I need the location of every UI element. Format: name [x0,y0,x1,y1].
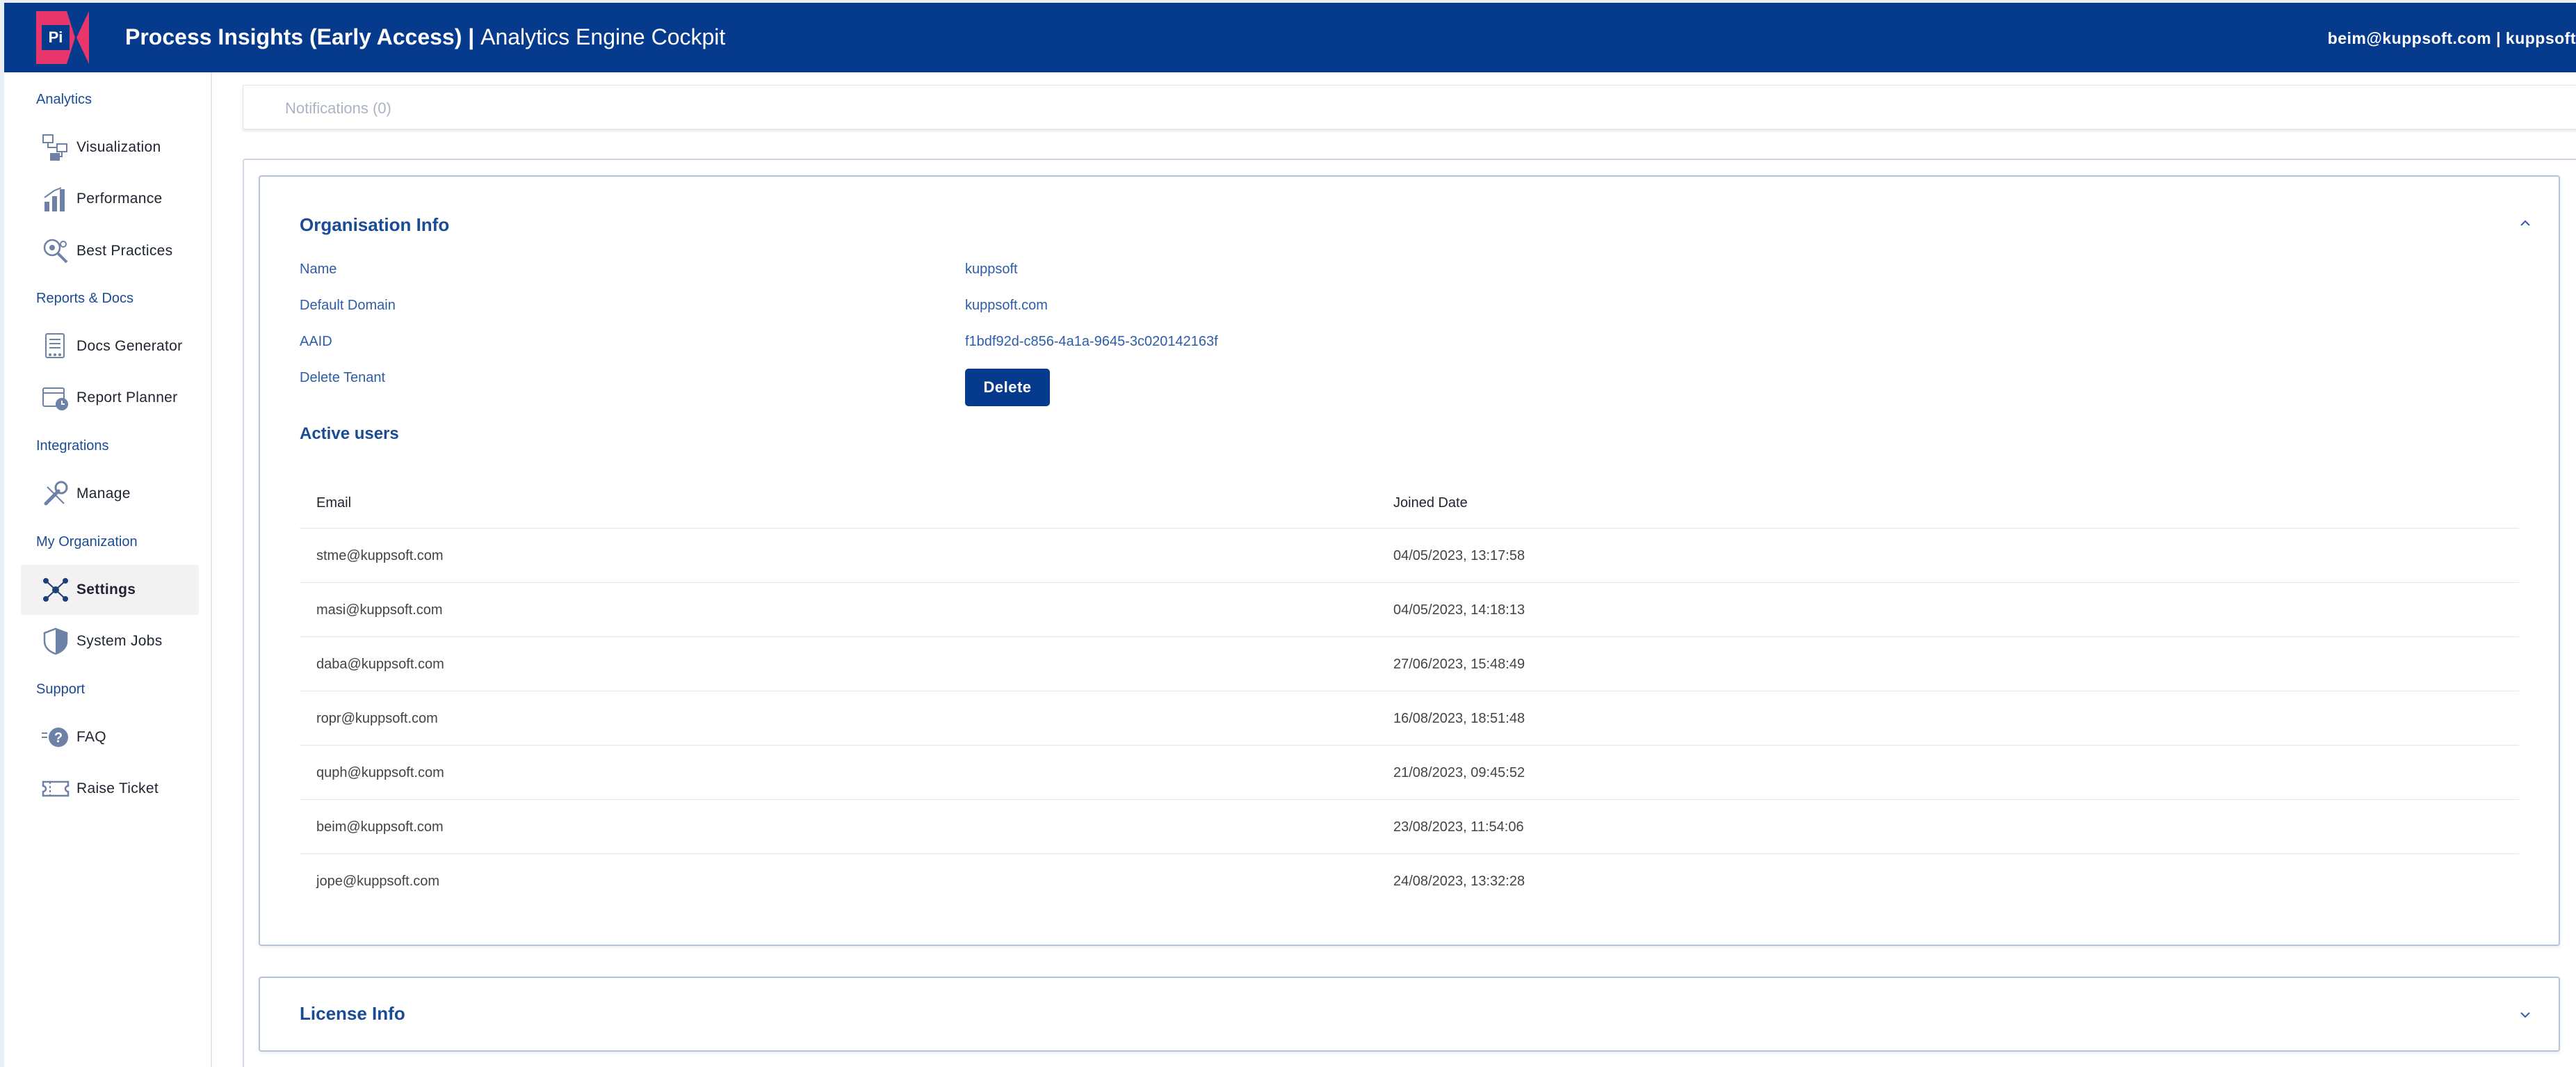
notifications-tab[interactable]: Notifications (0) [243,85,2576,129]
document-icon [40,331,71,362]
sidebar-section-analytics: Analytics [36,92,92,107]
sidebar-item-label: Raise Ticket [76,780,159,796]
sidebar-item-label: System Jobs [76,633,163,649]
bar-chart-icon [40,184,71,214]
sidebar-item-best-practices[interactable]: Best Practices [21,226,199,276]
ticket-icon [40,773,71,804]
shield-icon [40,626,71,657]
sidebar-item-label: Visualization [76,139,161,155]
user-joined-date: 23/08/2023, 11:54:06 [1393,819,1524,835]
table-row: ropr@kuppsoft.com 16/08/2023, 18:51:48 [300,691,2519,746]
table-row: daba@kuppsoft.com 27/06/2023, 15:48:49 [300,637,2519,691]
sidebar-section-reports-docs: Reports & Docs [36,291,134,306]
user-email: jope@kuppsoft.com [316,874,440,889]
user-account[interactable]: beim@kuppsoft.com | kuppsoft [2328,29,2576,48]
column-header-email: Email [316,495,352,511]
license-info-title[interactable]: License Info [300,1003,405,1025]
question-icon: ? [40,722,71,753]
sidebar-item-label: Settings [76,581,136,597]
user-joined-date: 27/06/2023, 15:48:49 [1393,657,1525,672]
sidebar-item-docs-generator[interactable]: Docs Generator [21,321,199,371]
sidebar-section-support: Support [36,682,86,697]
app-title-separator: | [462,24,481,49]
table-row: masi@kuppsoft.com 04/05/2023, 14:18:13 [300,583,2519,637]
aaid-value: f1bdf92d-c856-4a1a-9645-3c020142163f [965,334,1218,349]
organisation-info-title[interactable]: Organisation Info [300,214,449,236]
delete-tenant-label: Delete Tenant [300,370,386,385]
app-title-bold: Process Insights (Early Access) [125,24,462,49]
table-row: stme@kuppsoft.com 04/05/2023, 13:17:58 [300,529,2519,583]
sidebar: Analytics Visualization Performance Best… [0,72,212,1067]
column-header-joined-date: Joined Date [1393,495,1468,511]
sidebar-item-label: Best Practices [76,243,173,259]
notifications-label: Notifications (0) [285,99,391,117]
org-name-value: kuppsoft [965,262,1018,277]
chevron-up-icon[interactable] [2518,216,2533,231]
table-header-row: Email Joined Date [300,476,2519,529]
sidebar-section-my-organization: My Organization [36,534,138,549]
organisation-info-card: Organisation Info Name kuppsoft Default … [259,175,2560,946]
user-email: ropr@kuppsoft.com [316,711,438,726]
default-domain-value: kuppsoft.com [965,298,1048,313]
user-joined-date: 04/05/2023, 13:17:58 [1393,548,1525,563]
sidebar-item-report-planner[interactable]: Report Planner [21,373,199,423]
top-header: Pi Process Insights (Early Access) | Ana… [0,0,2576,72]
sidebar-item-manage[interactable]: Manage [21,469,199,519]
calendar-clock-icon [40,383,71,413]
sidebar-item-label: Report Planner [76,390,178,406]
delete-tenant-button[interactable]: Delete [965,369,1050,406]
app-title-rest: Analytics Engine Cockpit [480,24,726,49]
user-email: masi@kuppsoft.com [316,602,443,618]
sidebar-item-settings[interactable]: Settings [21,565,199,615]
sidebar-item-raise-ticket[interactable]: Raise Ticket [21,764,199,814]
user-email: quph@kuppsoft.com [316,765,444,780]
sidebar-item-label: FAQ [76,729,106,745]
aaid-label: AAID [300,334,332,349]
wrench-icon [40,479,71,509]
app-logo-icon[interactable]: Pi [36,11,89,64]
default-domain-label: Default Domain [300,298,396,313]
sidebar-item-visualization[interactable]: Visualization [21,122,199,173]
user-joined-date: 24/08/2023, 13:32:28 [1393,874,1525,889]
table-row: quph@kuppsoft.com 21/08/2023, 09:45:52 [300,746,2519,800]
user-joined-date: 21/08/2023, 09:45:52 [1393,765,1525,780]
org-name-label: Name [300,262,337,277]
sidebar-item-label: Docs Generator [76,338,183,354]
table-row: beim@kuppsoft.com 23/08/2023, 11:54:06 [300,800,2519,854]
user-email: beim@kuppsoft.com [316,819,444,835]
sidebar-item-performance[interactable]: Performance [21,174,199,224]
table-row: jope@kuppsoft.com 24/08/2023, 13:32:28 [300,854,2519,908]
active-users-table: Email Joined Date stme@kuppsoft.com 04/0… [300,476,2519,908]
main-content: Notifications (0) Organisation Info Name… [212,72,2576,1067]
logo-text: Pi [49,29,63,46]
sidebar-section-integrations: Integrations [36,438,109,454]
user-joined-date: 16/08/2023, 18:51:48 [1393,711,1525,726]
sidebar-item-system-jobs[interactable]: System Jobs [21,616,199,666]
svg-text:?: ? [54,730,63,746]
network-icon [40,575,71,605]
user-email: daba@kuppsoft.com [316,657,444,672]
sidebar-item-label: Manage [76,486,131,502]
user-email: stme@kuppsoft.com [316,548,444,563]
magnifier-gear-icon [40,236,71,266]
chevron-down-icon[interactable] [2518,1007,2533,1022]
user-joined-date: 04/05/2023, 14:18:13 [1393,602,1525,618]
sidebar-item-faq[interactable]: ? FAQ [21,712,199,762]
license-info-card[interactable]: License Info [259,977,2560,1052]
flow-diagram-icon [40,132,71,163]
sidebar-item-label: Performance [76,191,163,207]
active-users-title: Active users [300,424,399,443]
app-title: Process Insights (Early Access) | Analyt… [125,24,725,50]
